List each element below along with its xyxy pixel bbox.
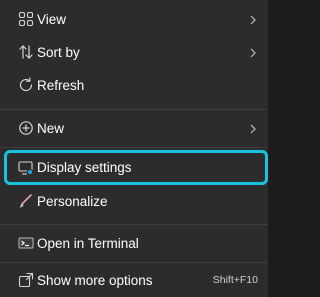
- menu-separator: [0, 262, 268, 263]
- menu-separator: [0, 147, 268, 148]
- menu-separator: [0, 224, 268, 225]
- menu-separator: [0, 109, 268, 110]
- menu-item-label: View: [37, 11, 67, 27]
- display-settings-icon: [18, 160, 34, 176]
- personalize-pen-icon: [18, 193, 34, 209]
- menu-item-label: Personalize: [37, 193, 108, 209]
- menu-item-sort-by[interactable]: Sort by: [6, 37, 262, 67]
- sort-arrows-icon: [18, 44, 34, 60]
- show-more-options-icon: [18, 272, 34, 288]
- chevron-right-icon: [248, 122, 258, 134]
- menu-item-show-more-options[interactable]: Show more options Shift+F10: [6, 265, 262, 295]
- menu-item-label: Sort by: [37, 44, 80, 60]
- menu-item-display-settings[interactable]: Display settings: [4, 150, 268, 185]
- chevron-right-icon: [248, 46, 258, 58]
- menu-item-label: Open in Terminal: [37, 235, 139, 251]
- desktop-context-menu: View Sort by Refresh New Display setting…: [0, 0, 268, 297]
- menu-item-label: Show more options: [37, 272, 153, 288]
- menu-item-label: Refresh: [37, 77, 85, 93]
- menu-item-label: New: [37, 120, 65, 136]
- new-plus-circle-icon: [18, 120, 34, 136]
- keyboard-shortcut: Shift+F10: [212, 274, 258, 286]
- view-grid-icon: [18, 11, 34, 27]
- refresh-icon: [18, 77, 34, 93]
- menu-item-personalize[interactable]: Personalize: [6, 186, 262, 216]
- terminal-icon: [18, 235, 34, 251]
- menu-item-new[interactable]: New: [6, 113, 262, 143]
- menu-item-open-in-terminal[interactable]: Open in Terminal: [6, 228, 262, 258]
- menu-item-view[interactable]: View: [6, 4, 262, 34]
- chevron-right-icon: [248, 13, 258, 25]
- menu-item-refresh[interactable]: Refresh: [6, 70, 262, 100]
- menu-item-label: Display settings: [37, 160, 132, 175]
